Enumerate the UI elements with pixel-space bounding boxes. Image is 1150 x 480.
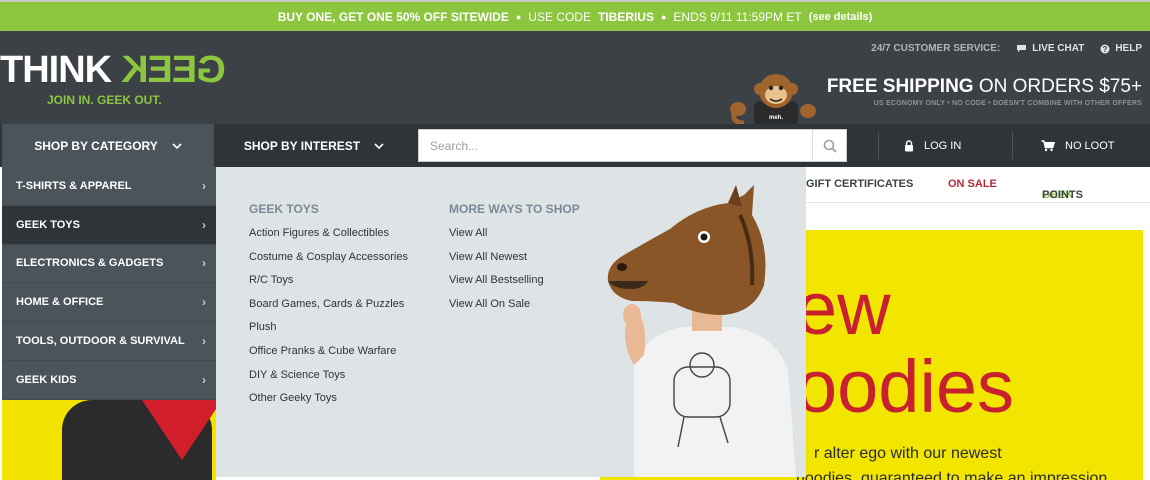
search-input[interactable] [419, 130, 813, 161]
search-button[interactable] [812, 130, 846, 161]
service-label: 24/7 CUSTOMER SERVICE: [871, 43, 1001, 54]
dropdown-link[interactable]: R/C Toys [249, 273, 408, 288]
cart-label: NO LOOT [1065, 139, 1115, 152]
logo-geek[interactable]: GEEK [122, 49, 226, 91]
category-item-electronics[interactable]: ELECTRONICS & GADGETS › [2, 245, 216, 284]
dropdown-link[interactable]: Plush [249, 320, 408, 335]
monkey-mascot-icon: meh. [730, 74, 816, 127]
main-nav: SHOP BY CATEGORY SHOP BY INTEREST LOG IN… [0, 124, 1150, 167]
login-label: LOG IN [924, 139, 962, 152]
live-chat-link[interactable]: LIVE CHAT [1016, 43, 1084, 54]
dropdown-link[interactable]: View All Newest [449, 250, 580, 265]
svg-text:?: ? [1103, 45, 1108, 54]
shop-by-category-label: SHOP BY CATEGORY [34, 138, 158, 153]
category-item-tshirts[interactable]: T-SHIRTS & APPAREL › [2, 167, 216, 206]
shipping-note: US ECONOMY ONLY • NO CODE • DOESN'T COMB… [873, 100, 1142, 107]
geek-points-rest: POINTS [1042, 189, 1083, 201]
help-label: HELP [1115, 43, 1142, 54]
category-item-home-office[interactable]: HOME & OFFICE › [2, 283, 216, 323]
chevron-down-icon [374, 142, 384, 149]
dropdown-link[interactable]: Costume & Cosplay Accessories [249, 250, 408, 265]
hero-text-line2: hoodies, guaranteed to make an impressio… [796, 470, 1108, 480]
promo-code-label: USE CODE [528, 9, 591, 24]
chevron-right-icon: › [202, 295, 206, 310]
category-item-geek-kids[interactable]: GEEK KIDS › [2, 361, 216, 400]
search-icon [823, 139, 837, 153]
cart-icon [1041, 139, 1055, 151]
column-title: MORE WAYS TO SHOP [449, 202, 580, 216]
hero-headline-line1: ew [796, 267, 891, 350]
promo-bar: BUY ONE, GET ONE 50% OFF SITEWIDE ● USE … [0, 0, 1150, 31]
shipping-rest: ON ORDERS $75+ [973, 76, 1142, 97]
site-header: THINK GEEK JOIN IN. GEEK OUT. 24/7 CUSTO… [0, 31, 1150, 127]
promo-ends: ENDS 9/11 11:59PM ET [673, 9, 802, 24]
promo-details-link[interactable]: (see details) [809, 11, 873, 23]
tagline: JOIN IN. GEEK OUT. [47, 93, 162, 107]
help-icon: ? [1100, 44, 1110, 54]
chevron-down-icon [172, 142, 182, 149]
chevron-right-icon: › [202, 334, 206, 349]
lock-icon [905, 139, 913, 151]
category-label: T-SHIRTS & APPAREL [16, 179, 132, 192]
secondary-nav: GIFT CERTIFICATES ON SALE GEEK POINTS [806, 167, 1150, 203]
cart-button[interactable]: NO LOOT [1013, 124, 1143, 167]
hero-banner[interactable]: ew oodies r alter ego with our newest ho… [796, 230, 1143, 480]
live-chat-label: LIVE CHAT [1032, 43, 1085, 54]
chevron-right-icon: › [202, 178, 206, 193]
hero-headline-line2: oodies [796, 345, 1015, 428]
shop-by-category-button[interactable]: SHOP BY CATEGORY [2, 124, 214, 167]
dropdown-link[interactable]: View All Bestselling [449, 273, 580, 288]
category-item-tools[interactable]: TOOLS, OUTDOOR & SURVIVAL › [2, 322, 216, 361]
category-label: TOOLS, OUTDOOR & SURVIVAL [16, 335, 185, 348]
dropdown-link[interactable]: Board Games, Cards & Puzzles [249, 297, 408, 312]
category-label: GEEK TOYS [16, 218, 80, 231]
promo-offer: BUY ONE, GET ONE 50% OFF SITEWIDE [277, 9, 509, 24]
scrollbar[interactable] [1143, 203, 1150, 480]
free-shipping-banner[interactable]: FREE SHIPPING ON ORDERS $75+ [827, 76, 1142, 98]
hero-left-image [2, 400, 216, 480]
hoodie-accent [142, 400, 216, 460]
shipping-bold: FREE SHIPPING [826, 76, 974, 97]
chevron-right-icon: › [202, 256, 206, 271]
geek-toys-column: GEEK TOYS Action Figures & Collectibles … [249, 202, 408, 415]
horse-mask-promo-image[interactable] [604, 185, 806, 477]
dropdown-link[interactable]: Office Pranks & Cube Warfare [249, 344, 408, 359]
help-link[interactable]: ? HELP [1100, 43, 1142, 54]
column-title: GEEK TOYS [249, 202, 319, 216]
dropdown-link[interactable]: Other Geeky Toys [249, 391, 408, 406]
category-menu: T-SHIRTS & APPAREL › GEEK TOYS › ELECTRO… [2, 167, 216, 400]
customer-service: 24/7 CUSTOMER SERVICE: LIVE CHAT ? HELP [871, 43, 1142, 54]
chevron-right-icon: › [202, 372, 206, 387]
promo-dot: ● [515, 11, 522, 22]
on-sale-link[interactable]: ON SALE [948, 178, 997, 190]
mascot-shirt-text: meh. [769, 115, 783, 121]
search-box [418, 129, 847, 162]
more-ways-column: MORE WAYS TO SHOP View All View All Newe… [449, 202, 580, 320]
login-button[interactable]: LOG IN [878, 124, 988, 167]
promo-dot: ● [660, 11, 667, 22]
dropdown-link[interactable]: DIY & Science Toys [249, 368, 408, 383]
category-item-geek-toys[interactable]: GEEK TOYS › [2, 205, 216, 245]
shop-by-interest-label: SHOP BY INTEREST [243, 138, 361, 153]
chevron-right-icon: › [202, 217, 206, 232]
category-label: ELECTRONICS & GADGETS [16, 257, 164, 270]
logo-think[interactable]: THINK [0, 51, 112, 89]
promo-code: TIBERIUS [597, 9, 654, 24]
gift-certificates-link[interactable]: GIFT CERTIFICATES [806, 178, 913, 190]
dropdown-link[interactable]: Action Figures & Collectibles [249, 226, 408, 241]
category-label: GEEK KIDS [16, 373, 77, 386]
dropdown-link[interactable]: View All [449, 226, 580, 241]
chat-icon [1017, 45, 1027, 52]
category-label: HOME & OFFICE [16, 296, 104, 309]
category-dropdown-panel: GEEK TOYS Action Figures & Collectibles … [216, 167, 806, 477]
dropdown-link[interactable]: View All On Sale [449, 297, 580, 312]
hero-text-line1: r alter ego with our newest [814, 445, 1002, 462]
shop-by-interest-button[interactable]: SHOP BY INTEREST [214, 124, 414, 167]
